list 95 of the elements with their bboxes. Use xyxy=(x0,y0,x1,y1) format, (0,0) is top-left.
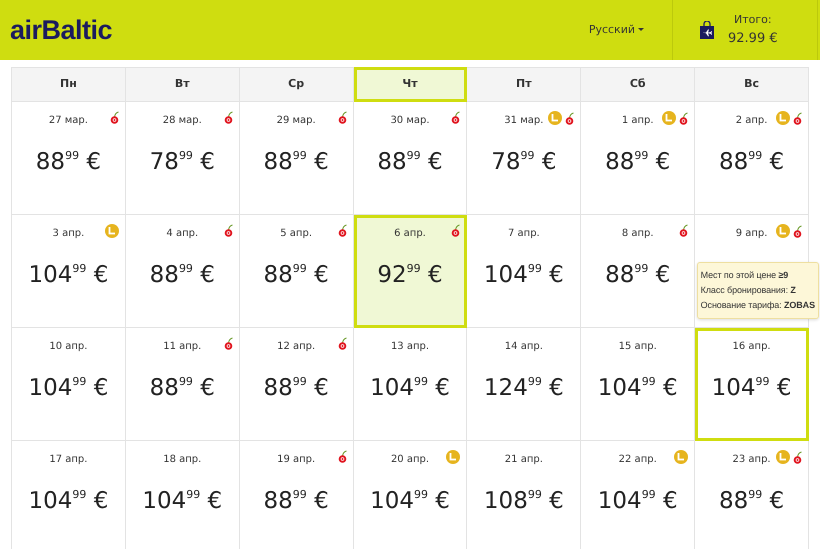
day-cell[interactable]: 4 апр. 88$^{99}$ € xyxy=(126,215,240,328)
price: 104$^{99}$ € xyxy=(369,374,451,403)
date-label: 8 апр. xyxy=(622,226,654,240)
date-label: 17 апр. xyxy=(49,452,88,466)
weekday-header: Пт xyxy=(467,67,582,102)
price: 104$^{99}$ € xyxy=(27,374,110,403)
weekday-header: Ср xyxy=(240,67,354,102)
cart-panel[interactable]: Итого: 92.99 € xyxy=(672,0,818,60)
date-label: 10 апр. xyxy=(49,340,88,354)
logo[interactable]: airBaltic xyxy=(10,10,112,50)
date-label: 14 апр. xyxy=(504,340,543,354)
price: 88$^{99}$ € xyxy=(262,487,330,516)
date-label: 7 апр. xyxy=(508,226,540,240)
tooltip-line: Класс бронирования: Z xyxy=(700,284,797,297)
price: 104$^{99}$ € xyxy=(710,374,792,403)
price: 104$^{99}$ € xyxy=(27,261,110,290)
day-cell[interactable]: 19 апр. 88$^{99}$ € xyxy=(240,441,354,549)
weekday-header: Чт xyxy=(354,67,468,102)
price: 108$^{99}$ € xyxy=(482,487,565,516)
language-dropdown[interactable]: Русский xyxy=(588,20,644,40)
date-label: 31 мар. xyxy=(504,114,544,128)
price: 104$^{99}$ € xyxy=(369,487,451,516)
price: 88$^{99}$ € xyxy=(262,148,330,177)
total-amount: 92.99 € xyxy=(728,30,778,48)
day-cell[interactable]: 21 апр. 108$^{99}$ € xyxy=(467,441,582,549)
price: 88$^{99}$ € xyxy=(148,374,216,403)
price: 88$^{99}$ € xyxy=(262,261,330,290)
total-label: Итого: xyxy=(733,12,773,28)
price: 88$^{99}$ € xyxy=(376,148,444,177)
day-cell[interactable]: 13 апр. 104$^{99}$ € xyxy=(354,328,468,441)
weekday-header: Сб xyxy=(581,67,696,102)
date-label: 1 апр. xyxy=(622,114,654,128)
price: 88$^{99}$ € xyxy=(34,148,102,177)
date-label: 20 апр. xyxy=(390,452,430,466)
day-cell[interactable]: 12 апр. 88$^{99}$ € xyxy=(240,328,354,441)
price: 88$^{99}$ € xyxy=(604,148,672,177)
date-label: 23 апр. xyxy=(732,452,771,466)
date-label: 16 апр. xyxy=(732,340,771,354)
day-cell[interactable]: 23 апр. 88$^{99}$ € xyxy=(695,441,809,549)
day-cell[interactable]: 27 мар. 88$^{99}$ € xyxy=(12,102,126,215)
date-label: 5 апр. xyxy=(280,226,312,240)
date-label: 18 апр. xyxy=(163,452,202,466)
day-cell[interactable]: 29 мар. 88$^{99}$ € xyxy=(240,102,354,215)
date-label: 28 мар. xyxy=(162,114,202,128)
day-cell[interactable]: 8 апр. 88$^{99}$ € xyxy=(581,215,696,328)
date-label: 12 апр. xyxy=(277,340,316,354)
date-label: 3 апр. xyxy=(52,226,84,240)
weekday-header: Вт xyxy=(126,67,240,102)
price: 88$^{99}$ € xyxy=(718,148,786,177)
day-cell[interactable]: 11 апр. 88$^{99}$ € xyxy=(126,328,240,441)
date-label: 21 апр. xyxy=(504,452,543,466)
date-label: 11 апр. xyxy=(163,340,202,354)
day-cell[interactable]: 16 апр. 104$^{99}$ € xyxy=(695,328,809,441)
day-cell[interactable]: 15 апр. 104$^{99}$ € xyxy=(581,328,696,441)
weekday-header: Пн xyxy=(12,67,126,102)
price: 104$^{99}$ € xyxy=(596,374,679,403)
day-cell[interactable]: 10 апр. 104$^{99}$ € xyxy=(12,328,126,441)
price: 78$^{99}$ € xyxy=(148,148,216,177)
date-label: 2 апр. xyxy=(736,114,768,128)
day-cell[interactable]: 22 апр. 104$^{99}$ € xyxy=(581,441,696,549)
price: 88$^{99}$ € xyxy=(718,487,786,516)
price: 88$^{99}$ € xyxy=(604,261,672,290)
price: 92$^{99}$ € xyxy=(376,261,444,290)
day-cell[interactable]: 31 мар. 78$^{99}$ € xyxy=(467,102,582,215)
tooltip-line: Мест по этой цене ≥9 xyxy=(700,269,790,282)
day-cell[interactable]: 20 апр. 104$^{99}$ € xyxy=(354,441,468,549)
price: 78$^{99}$ € xyxy=(490,148,558,177)
day-cell[interactable]: 17 апр. 104$^{99}$ € xyxy=(12,441,126,549)
date-label: 30 мар. xyxy=(390,114,430,128)
day-cell[interactable]: 3 апр. 104$^{99}$ € xyxy=(12,215,126,328)
date-label: 15 апр. xyxy=(618,340,657,354)
day-cell[interactable]: 28 мар. 78$^{99}$ € xyxy=(126,102,240,215)
day-cell[interactable]: 14 апр. 124$^{99}$ € xyxy=(467,328,582,441)
date-label: 22 апр. xyxy=(618,452,657,466)
shopping-bag-icon xyxy=(700,21,714,39)
price: 124$^{99}$ € xyxy=(482,374,565,403)
day-cell[interactable]: 2 апр. 88$^{99}$ € xyxy=(695,102,809,215)
day-cell[interactable]: 6 апр. 92$^{99}$ € xyxy=(354,215,468,328)
date-label: 9 апр. xyxy=(736,226,768,240)
date-label: 13 апр. xyxy=(390,340,430,354)
day-cell[interactable]: 18 апр. 104$^{99}$ € xyxy=(126,441,240,549)
price: 88$^{99}$ € xyxy=(262,374,330,403)
date-label: 6 апр. xyxy=(394,226,426,240)
weekday-header: Вс xyxy=(695,67,809,102)
price: 104$^{99}$ € xyxy=(596,487,679,516)
price: 88$^{99}$ € xyxy=(148,261,216,290)
price: 104$^{99}$ € xyxy=(141,487,224,516)
price: 104$^{99}$ € xyxy=(27,487,110,516)
price: 104$^{99}$ € xyxy=(482,261,565,290)
day-cell[interactable]: 7 апр. 104$^{99}$ € xyxy=(467,215,582,328)
date-label: 4 апр. xyxy=(166,226,198,240)
date-label: 27 мар. xyxy=(48,114,88,128)
day-cell[interactable]: 1 апр. 88$^{99}$ € xyxy=(581,102,696,215)
date-label: 29 мар. xyxy=(276,114,316,128)
date-label: 19 апр. xyxy=(277,452,316,466)
